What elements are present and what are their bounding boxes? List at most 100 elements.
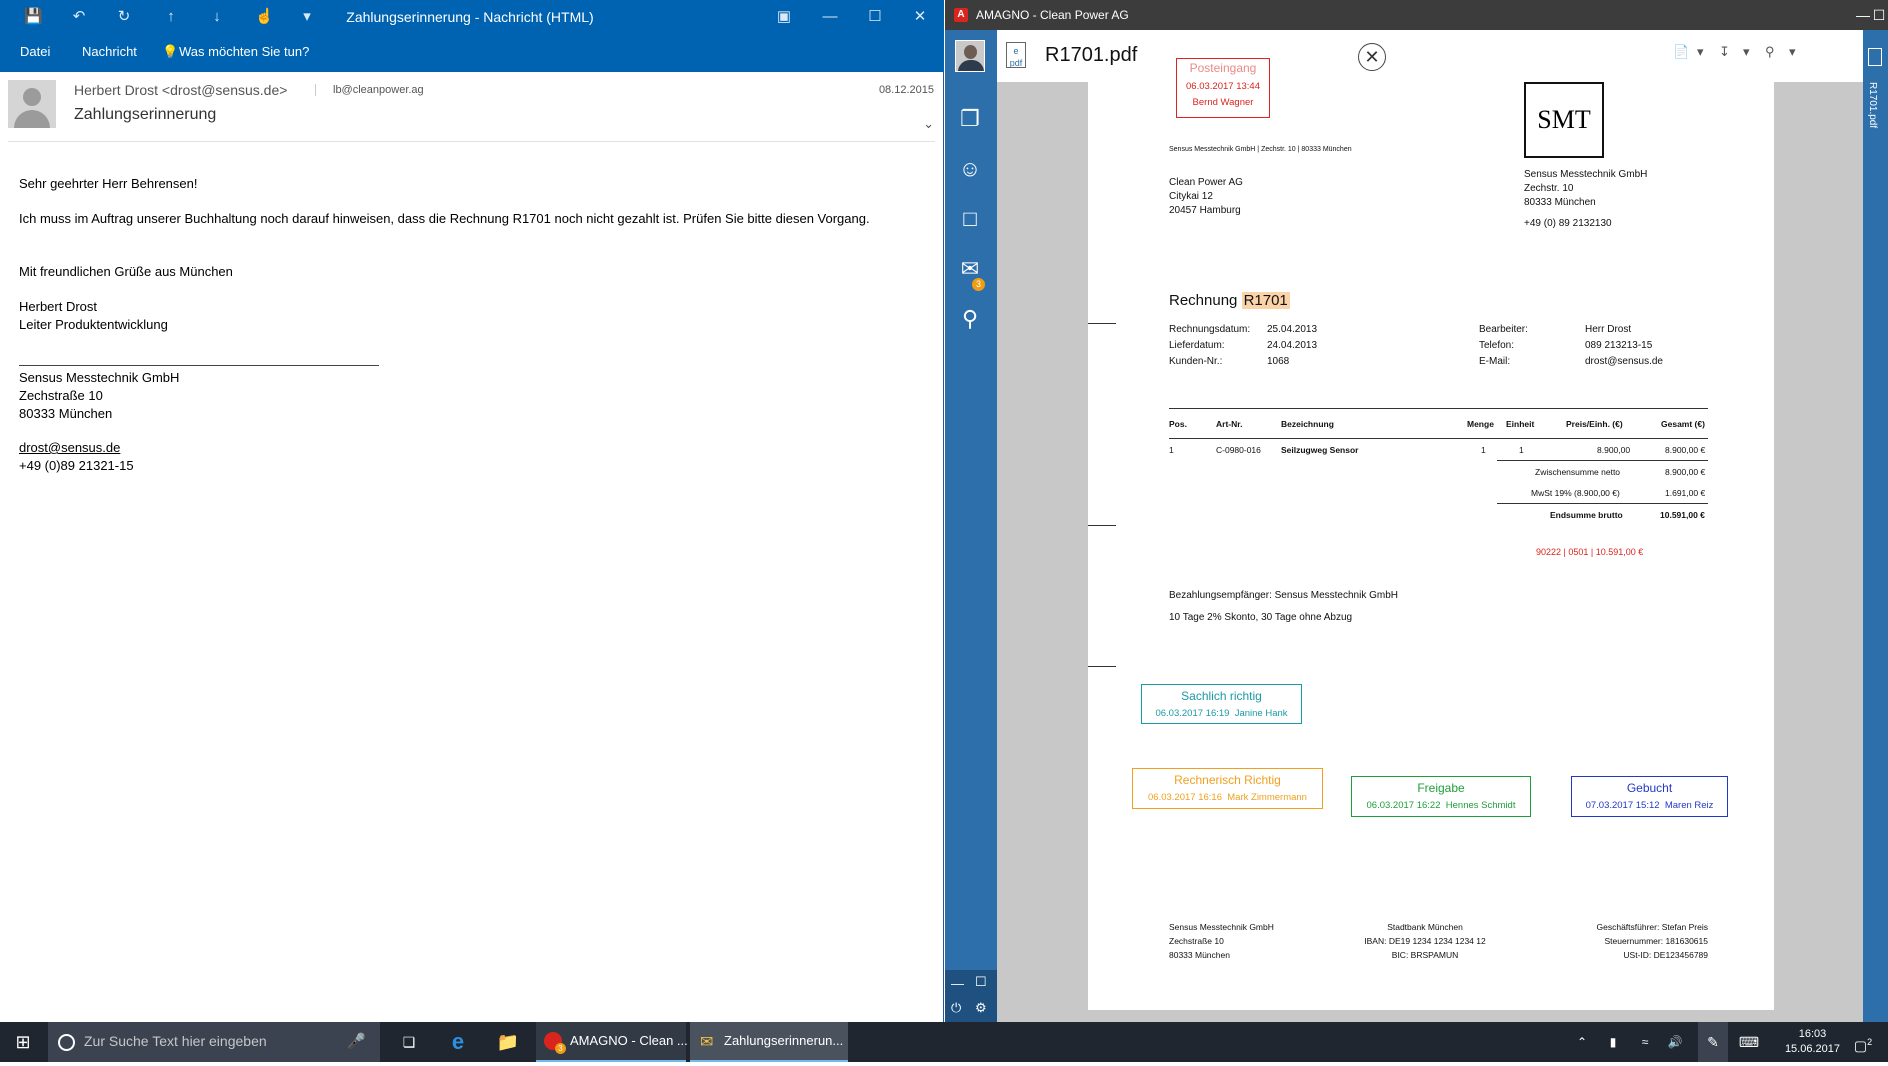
stamp-gebucht[interactable]: Gebucht 07.03.2017 15:12 Maren Reiz — [1571, 776, 1728, 817]
recipient-line-1: Clean Power AG — [1169, 177, 1243, 188]
undo-icon[interactable]: ↶ — [70, 8, 88, 26]
volume-icon[interactable]: 🔊 — [1662, 1022, 1688, 1062]
stamp-user: Bernd Wagner — [1192, 97, 1254, 108]
chevron-down-icon[interactable]: ⌄ — [923, 116, 934, 132]
export-dropdown-icon[interactable]: ▾ — [1697, 44, 1704, 60]
zoom-dropdown-icon[interactable]: ▾ — [1789, 44, 1796, 60]
taskbar-app-amagno[interactable]: 3 AMAGNO - Clean ... — [536, 1022, 688, 1062]
taskbar-app-label: Zahlungserinnerun... — [724, 1033, 844, 1048]
table-cell: Seilzugweg Sensor — [1281, 445, 1359, 455]
taskbar-search[interactable]: Zur Suche Text hier eingeben 🎤 — [48, 1022, 380, 1062]
documents-icon[interactable]: ❐ — [955, 104, 985, 134]
microphone-icon[interactable]: 🎤 — [347, 1032, 366, 1050]
divider — [8, 141, 935, 142]
stamp-title: Posteingang — [1189, 61, 1257, 75]
edge-browser-icon[interactable]: e — [440, 1022, 476, 1062]
stamp-title: Gebucht — [1626, 781, 1673, 795]
contacts-icon[interactable]: ☺ — [955, 154, 985, 184]
user-avatar[interactable] — [955, 40, 985, 72]
sender-address-3: 80333 München — [1524, 197, 1596, 208]
close-document-button[interactable]: ✕ — [1358, 43, 1386, 71]
stamp-freigabe[interactable]: Freigabe 06.03.2017 16:22 Hennes Schmidt — [1351, 776, 1531, 817]
subject: Zahlungserinnerung — [74, 106, 217, 123]
comments-icon[interactable]: □ — [955, 204, 985, 234]
ribbon-display-icon[interactable]: ▣ — [770, 6, 798, 28]
payment-terms: 10 Tage 2% Skonto, 30 Tage ohne Abzug — [1169, 612, 1353, 623]
wifi-icon[interactable]: ≈ — [1632, 1022, 1658, 1062]
search-placeholder: Zur Suche Text hier eingeben — [84, 1033, 267, 1049]
zoom-out-icon[interactable]: ⚲ — [1765, 44, 1775, 60]
taskbar-app-outlook-message[interactable]: ✉ Zahlungserinnerun... — [690, 1022, 848, 1062]
system-clock[interactable]: 16:03 15.06.2017 — [1785, 1027, 1840, 1057]
window-icon[interactable]: ☐ — [975, 974, 987, 990]
meta-label: Rechnungsdatum: — [1169, 324, 1251, 335]
stamp-date-user: 06.03.2017 16:22 Hennes Schmidt — [1366, 800, 1516, 811]
task-view-icon[interactable]: ❏ — [392, 1022, 426, 1062]
footer-left-3: 80333 München — [1169, 950, 1230, 960]
maximize-button[interactable]: ☐ — [1869, 4, 1888, 26]
cortana-icon[interactable] — [58, 1034, 75, 1051]
power-icon[interactable]: ⏻ — [951, 1000, 961, 1016]
recipient[interactable]: lb@cleanpower.ag — [315, 84, 424, 96]
sent-date: 08.12.2015 — [878, 84, 934, 96]
taskbar-app-label: AMAGNO - Clean ... — [570, 1033, 688, 1048]
tell-me-search[interactable]: Was möchten Sie tun? — [179, 44, 309, 59]
app-badge: 3 — [555, 1043, 566, 1054]
previous-item-icon[interactable]: ↑ — [162, 8, 180, 26]
save-icon[interactable]: 💾 — [24, 8, 43, 26]
sender-line: Sensus Messtechnik GmbH | Zechstr. 10 | … — [1169, 146, 1352, 153]
battery-icon[interactable]: ▮ — [1600, 1022, 1626, 1062]
minimize-button[interactable]: — — [816, 6, 844, 28]
meta-value: drost@sensus.de — [1585, 356, 1663, 367]
settings-icon[interactable]: ⚙ — [975, 1000, 987, 1016]
pdf-export-icon[interactable]: 📄 — [1673, 44, 1689, 60]
meta-label: Bearbeiter: — [1479, 324, 1528, 335]
action-center-icon[interactable]: ▢2 — [1846, 1022, 1880, 1062]
document-icon[interactable] — [1868, 48, 1882, 66]
footer-right-1: Geschäftsführer: Stefan Preis — [1596, 922, 1709, 932]
meta-value: 24.04.2013 — [1267, 340, 1318, 351]
column-header: Preis/Einh. (€) — [1566, 419, 1623, 429]
column-header: Bezeichnung — [1281, 419, 1334, 429]
sender-address-1: Sensus Messtechnik GmbH — [1524, 169, 1648, 180]
sender[interactable]: Herbert Drost <drost@sensus.de> — [74, 82, 287, 98]
right-panel-tab[interactable]: R1701.pdf — [1867, 82, 1878, 128]
download-dropdown-icon[interactable]: ▾ — [1743, 44, 1750, 60]
file-explorer-icon[interactable]: 📁 — [490, 1022, 526, 1062]
pen-workspace-icon[interactable]: ✎ — [1698, 1022, 1728, 1062]
footer-mid-3: BIC: BRSPAMUN — [1391, 950, 1459, 960]
meta-value: Herr Drost — [1585, 324, 1632, 335]
stamp-title: Rechnerisch Richtig — [1174, 773, 1281, 787]
footer-right-3: USt-ID: DE123456789 — [1623, 950, 1708, 960]
payee: Bezahlungsempfänger: Sensus Messtechnik … — [1169, 590, 1399, 601]
sidebar-footer: — ☐ ⏻ ⚙ — [945, 970, 997, 1022]
show-hidden-icons[interactable]: ⌃ — [1570, 1022, 1594, 1062]
meta-label: Telefon: — [1479, 340, 1515, 351]
windows-start-icon[interactable]: ⊞ — [0, 1022, 46, 1062]
download-icon[interactable]: ↧ — [1719, 44, 1730, 60]
minimize-panel-icon[interactable]: — — [951, 976, 964, 991]
close-button[interactable]: ✕ — [906, 6, 934, 28]
tab-file[interactable]: Datei — [20, 44, 50, 59]
keyboard-icon[interactable]: ⌨ — [1734, 1022, 1764, 1062]
search-icon[interactable]: ⚲ — [955, 304, 985, 334]
table-cell: 8.900,00 — [1597, 445, 1631, 455]
stamp-inbox[interactable]: Posteingang 06.03.2017 13:44 Bernd Wagne… — [1176, 58, 1270, 118]
tab-message[interactable]: Nachricht — [82, 44, 137, 59]
stamp-rechnerisch-richtig[interactable]: Rechnerisch Richtig 06.03.2017 16:16 Mar… — [1132, 768, 1323, 809]
stamp-sachlich-richtig[interactable]: Sachlich richtig 06.03.2017 16:19 Janine… — [1141, 684, 1302, 724]
stamp-date-user: 07.03.2017 15:12 Maren Reiz — [1585, 800, 1714, 811]
redo-icon[interactable]: ↻ — [115, 8, 133, 26]
window-title: Zahlungserinnerung - Nachricht (HTML) — [346, 9, 594, 25]
pdf-page: Posteingang 06.03.2017 13:44 Bernd Wagne… — [1088, 58, 1774, 1010]
table-cell: C-0980-016 — [1216, 445, 1261, 455]
greeting: Sehr geehrter Herr Behrensen! — [19, 176, 198, 191]
invoice-number-highlight[interactable]: R1701 — [1241, 292, 1290, 309]
next-item-icon[interactable]: ↓ — [208, 8, 226, 26]
vat-label: MwSt 19% (8.900,00 €) — [1531, 488, 1620, 498]
footer-left-1: Sensus Messtechnik GmbH — [1169, 922, 1274, 932]
signature-email-link[interactable]: drost@sensus.de — [19, 440, 120, 455]
touch-mode-icon[interactable]: ☝ — [255, 8, 274, 26]
maximize-button[interactable]: ☐ — [861, 6, 889, 28]
footer-left-2: Zechstraße 10 — [1169, 936, 1224, 946]
